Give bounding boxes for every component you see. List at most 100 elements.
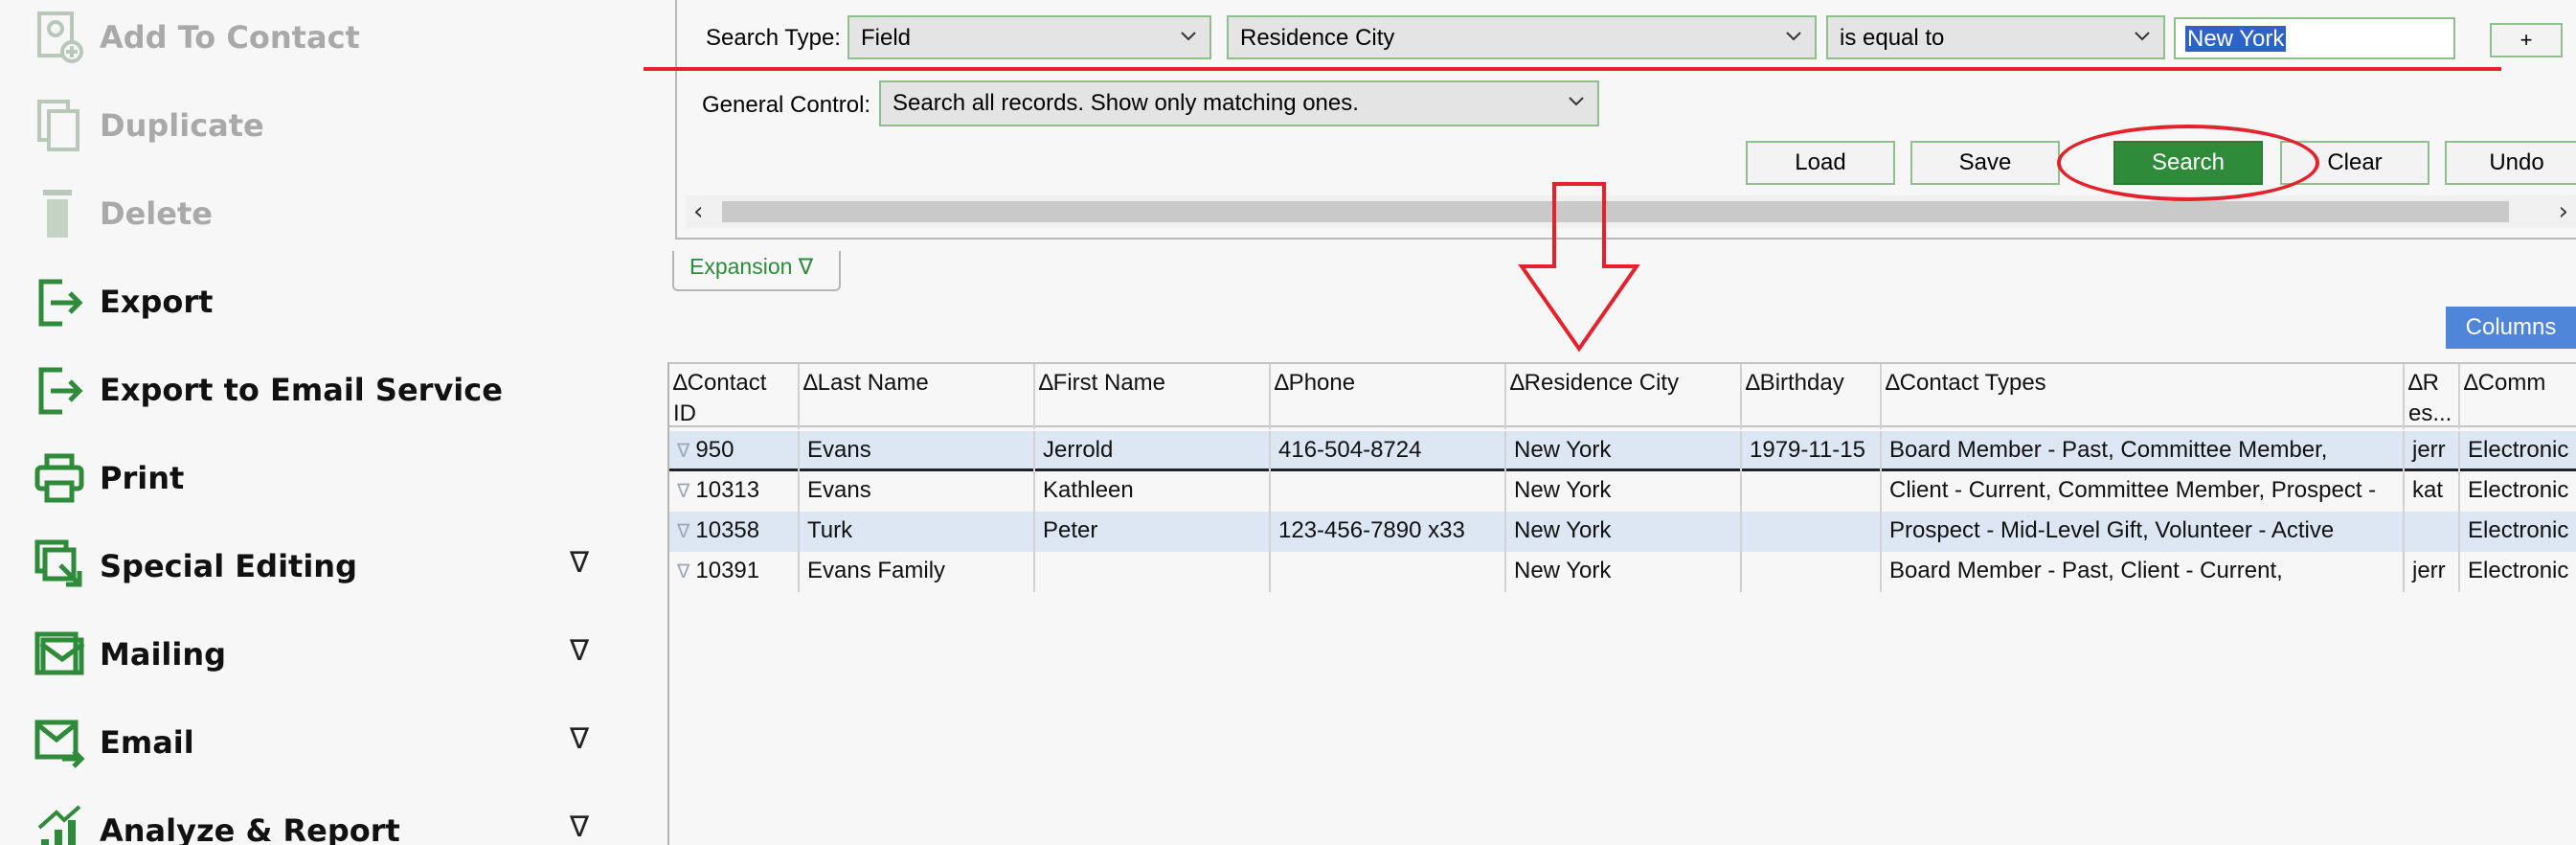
cell-residence-city: New York <box>1506 552 1742 592</box>
scroll-left-icon[interactable]: ‹ <box>693 197 703 226</box>
cell-r: jerr <box>2405 552 2460 592</box>
column-header-residence-city[interactable]: ∆Residence City <box>1506 364 1742 429</box>
scroll-right-icon[interactable]: › <box>2559 197 2568 226</box>
email-icon <box>29 712 90 773</box>
cell-first-name: Jerrold <box>1035 431 1271 471</box>
load-button[interactable]: Load <box>1746 141 1895 185</box>
general-control-select[interactable]: Search all records. Show only matching o… <box>879 80 1599 126</box>
cell-contact-id: ∇ 950 <box>669 431 800 471</box>
cell-residence-city: New York <box>1506 431 1742 471</box>
sidebar-item-label: Export <box>100 284 214 320</box>
cell-contact-types: Client - Current, Committee Member, Pros… <box>1882 471 2405 512</box>
sidebar-item-export[interactable]: Export <box>29 268 622 335</box>
sidebar-item-label: Duplicate <box>100 107 264 144</box>
search-field-select[interactable]: Residence City <box>1227 15 1817 59</box>
search-operator-value: is equal to <box>1840 25 1945 51</box>
cell-r: jerr <box>2405 431 2460 471</box>
export-icon <box>29 359 90 421</box>
cell-contact-types: Prospect - Mid-Level Gift, Volunteer - A… <box>1882 512 2405 552</box>
cell-comm: Electronic <box>2460 471 2576 512</box>
sidebar-item-duplicate[interactable]: Duplicate <box>29 92 622 159</box>
cell-contact-types: Board Member - Past, Client - Current, <box>1882 552 2405 592</box>
cell-r <box>2405 512 2460 552</box>
table-header: ∆Contact ID ∆Last Name ∆First Name ∆Phon… <box>669 362 2576 429</box>
search-type-label: Search Type: <box>706 25 841 51</box>
table-row[interactable]: ∇ 10391 Evans Family New York Board Membe… <box>669 552 2576 592</box>
save-button[interactable]: Save <box>1910 141 2060 185</box>
cell-residence-city: New York <box>1506 512 1742 552</box>
sidebar-item-add-to-contact[interactable]: Add To Contact <box>29 4 622 71</box>
row-expand-icon[interactable]: ∇ <box>677 441 689 462</box>
cell-birthday <box>1742 552 1882 592</box>
chevron-down-icon <box>1786 32 1801 41</box>
table-row[interactable]: ∇ 10313 Evans Kathleen New York Client - … <box>669 471 2576 512</box>
column-header-contact-id[interactable]: ∆Contact ID <box>669 364 800 429</box>
column-header-birthday[interactable]: ∆Birthday <box>1742 364 1882 429</box>
cell-contact-types: Board Member - Past, Committee Member, <box>1882 431 2405 471</box>
cell-contact-id: ∇ 10313 <box>669 471 800 512</box>
columns-button[interactable]: Columns <box>2446 307 2576 349</box>
cell-phone <box>1271 552 1506 592</box>
chevron-down-icon <box>2135 32 2150 41</box>
cell-comm: Electronic <box>2460 552 2576 592</box>
cell-birthday <box>1742 512 1882 552</box>
column-header-contact-types[interactable]: ∆Contact Types <box>1882 364 2405 429</box>
annotation-circle <box>2057 125 2319 201</box>
export-icon <box>29 271 90 332</box>
column-header-last-name[interactable]: ∆Last Name <box>800 364 1035 429</box>
general-control-value: Search all records. Show only matching o… <box>893 90 1359 116</box>
special-editing-icon <box>29 536 90 597</box>
sidebar-item-special-editing[interactable]: Special Editing ∇ <box>29 533 622 600</box>
column-header-r[interactable]: ∆R es... <box>2405 364 2460 429</box>
table-row[interactable]: ∇ 950 Evans Jerrold 416-504-8724 New York… <box>669 431 2576 471</box>
cell-last-name: Evans Family <box>800 552 1035 592</box>
add-criteria-button[interactable]: + <box>2490 23 2563 57</box>
chevron-down-icon[interactable]: ∇ <box>570 634 589 668</box>
expansion-label: Expansion ∇ <box>689 254 814 279</box>
trash-icon <box>29 183 90 244</box>
cell-last-name: Evans <box>800 471 1035 512</box>
expansion-toggle[interactable]: Expansion ∇ <box>672 251 841 291</box>
undo-button[interactable]: Undo <box>2445 141 2576 185</box>
chevron-down-icon[interactable]: ∇ <box>570 722 589 756</box>
sidebar-item-analyze-report[interactable]: Analyze & Report ∇ <box>29 797 622 845</box>
sidebar-item-print[interactable]: Print <box>29 445 622 512</box>
chevron-down-icon[interactable]: ∇ <box>570 811 589 844</box>
column-header-comm[interactable]: ∆Comm <box>2460 364 2576 429</box>
search-type-select[interactable]: Field <box>847 15 1211 59</box>
sidebar-item-email[interactable]: Email ∇ <box>29 709 622 776</box>
sidebar-item-label: Email <box>100 724 194 761</box>
cell-phone <box>1271 471 1506 512</box>
cell-phone: 123-456-7890 x33 <box>1271 512 1506 552</box>
sidebar-item-label: Mailing <box>100 636 227 673</box>
column-header-first-name[interactable]: ∆First Name <box>1035 364 1271 429</box>
cell-comm: Electronic <box>2460 431 2576 471</box>
analytics-icon <box>29 800 90 845</box>
results-table: ∆Contact ID ∆Last Name ∆First Name ∆Phon… <box>667 362 2576 845</box>
search-value-input[interactable]: New York <box>2174 17 2455 59</box>
annotation-underline <box>644 67 2501 71</box>
sidebar: Add To Contact Duplicate Delete Export E… <box>0 0 661 845</box>
row-expand-icon[interactable]: ∇ <box>677 521 689 542</box>
row-expand-icon[interactable]: ∇ <box>677 561 689 582</box>
cell-contact-id: ∇ 10391 <box>669 552 800 592</box>
column-header-phone[interactable]: ∆Phone <box>1271 364 1506 429</box>
sidebar-item-mailing[interactable]: Mailing ∇ <box>29 621 622 688</box>
search-type-value: Field <box>861 25 912 51</box>
table-row[interactable]: ∇ 10358 Turk Peter 123-456-7890 x33 New Y… <box>669 512 2576 552</box>
row-expand-icon[interactable]: ∇ <box>677 481 689 502</box>
cell-comm: Electronic <box>2460 512 2576 552</box>
cell-phone: 416-504-8724 <box>1271 431 1506 471</box>
search-operator-select[interactable]: is equal to <box>1826 15 2165 59</box>
sidebar-item-export-email-service[interactable]: Export to Email Service <box>29 356 622 423</box>
cell-r: kat <box>2405 471 2460 512</box>
sidebar-item-label: Print <box>100 460 185 496</box>
search-field-value: Residence City <box>1240 25 1395 51</box>
chevron-down-icon <box>1569 97 1584 106</box>
cell-contact-id: ∇ 10358 <box>669 512 800 552</box>
cell-last-name: Evans <box>800 431 1035 471</box>
sidebar-item-delete[interactable]: Delete <box>29 180 622 247</box>
sidebar-item-label: Analyze & Report <box>100 812 400 845</box>
mailing-icon <box>29 624 90 685</box>
chevron-down-icon[interactable]: ∇ <box>570 546 589 580</box>
